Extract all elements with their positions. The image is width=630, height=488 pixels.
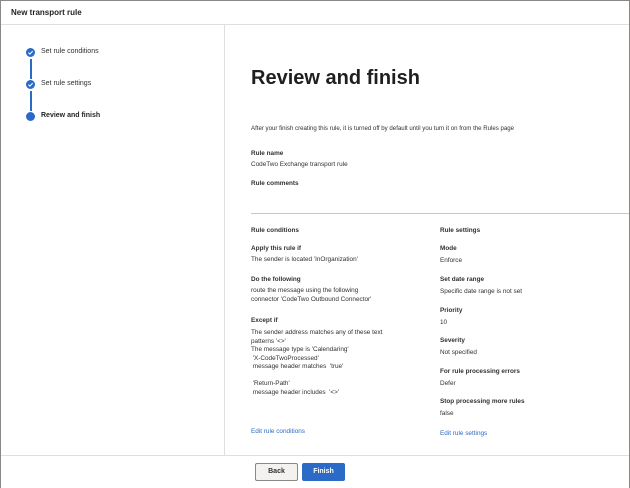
wizard-window: New transport rule Set rule conditions S… — [0, 0, 630, 488]
step-connector-line — [30, 59, 32, 79]
priority-value: 10 — [440, 319, 448, 326]
do-the-following-label: Do the following — [251, 276, 301, 283]
mode-value: Enforce — [440, 257, 463, 264]
check-circle-icon — [26, 80, 35, 89]
intro-text: After your finish creating this rule, it… — [251, 125, 515, 132]
rule-name-value: CodeTwo Exchange transport rule — [251, 161, 348, 168]
mode-label: Mode — [440, 245, 457, 252]
apply-rule-if-value: The sender is located 'InOrganization' — [251, 256, 358, 263]
review-content: Review and finish After your finish crea… — [226, 25, 629, 455]
rule-conditions-heading: Rule conditions — [251, 227, 299, 234]
date-range-label: Set date range — [440, 276, 485, 283]
except-if-label: Except if — [251, 317, 278, 324]
stop-processing-label: Stop processing more rules — [440, 398, 525, 405]
stop-processing-value: false — [440, 410, 454, 417]
edit-rule-conditions-link[interactable]: Edit rule conditions — [251, 428, 305, 435]
footer-bar: Back Finish — [1, 455, 629, 488]
processing-errors-value: Defer — [440, 380, 456, 387]
priority-label: Priority — [440, 307, 463, 314]
window-title: New transport rule — [11, 8, 82, 17]
wizard-steps-panel: Set rule conditions Set rule settings Re… — [1, 25, 225, 455]
back-button[interactable]: Back — [255, 463, 298, 481]
step-connector-line — [30, 91, 32, 111]
severity-label: Severity — [440, 337, 465, 344]
page-title: Review and finish — [251, 67, 420, 89]
apply-rule-if-label: Apply this rule if — [251, 245, 302, 252]
step-label: Review and finish — [41, 112, 101, 119]
finish-button[interactable]: Finish — [302, 463, 345, 481]
check-circle-icon — [26, 48, 35, 57]
rule-name-label: Rule name — [251, 150, 284, 157]
processing-errors-label: For rule processing errors — [440, 368, 520, 375]
severity-value: Not specified — [440, 349, 477, 356]
rule-settings-heading: Rule settings — [440, 227, 481, 234]
do-the-following-value: route the message using the following co… — [251, 287, 372, 303]
section-divider — [251, 213, 629, 214]
step-label: Set rule conditions — [41, 48, 99, 55]
edit-rule-settings-link[interactable]: Edit rule settings — [440, 430, 487, 437]
step-label: Set rule settings — [41, 80, 92, 87]
current-step-dot-icon — [26, 112, 35, 121]
date-range-value: Specific date range is not set — [440, 288, 523, 295]
title-bar: New transport rule — [1, 1, 629, 25]
rule-comments-label: Rule comments — [251, 180, 299, 187]
except-if-value: The sender address matches any of these … — [251, 329, 383, 396]
